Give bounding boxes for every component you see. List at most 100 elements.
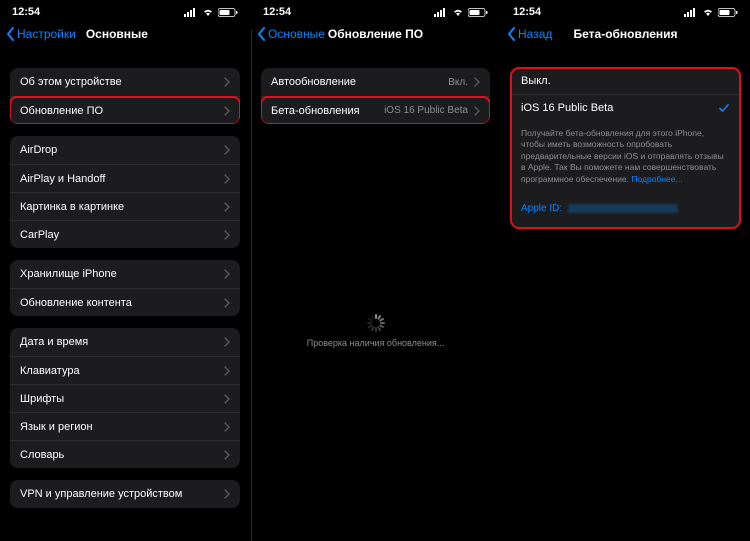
appleid-label: Apple ID:	[521, 203, 562, 214]
chevron-left-icon	[257, 27, 266, 41]
status-indicators	[684, 8, 738, 17]
back-button[interactable]: Настройки	[6, 27, 76, 41]
checking-label: Проверка наличия обновления...	[261, 338, 490, 348]
row-iphone-storage[interactable]: Хранилище iPhone	[10, 260, 240, 288]
row-airplay-handoff[interactable]: AirPlay и Handoff	[10, 164, 240, 192]
phone-screen-general: 12:54 Настройки Основные Об этом устройс…	[0, 0, 250, 541]
nav-bar: Настройки Основные	[0, 20, 250, 48]
beta-options-box: Выкл. iOS 16 Public Beta Получайте бета-…	[511, 68, 740, 228]
status-bar: 12:54	[251, 0, 500, 20]
row-keyboard[interactable]: Клавиатура	[10, 356, 240, 384]
row-airdrop[interactable]: AirDrop	[10, 136, 240, 164]
checkmark-icon	[718, 102, 730, 114]
nav-bar: Назад Бета-обновления	[501, 20, 750, 48]
status-bar: 12:54	[0, 0, 250, 20]
row-pip[interactable]: Картинка в картинке	[10, 192, 240, 220]
chevron-right-icon	[224, 489, 230, 499]
spinner-icon	[367, 314, 385, 332]
row-beta-updates[interactable]: Бета-обновления iOS 16 Public Beta	[261, 96, 490, 124]
row-label: VPN и управление устройством	[20, 488, 218, 500]
status-time: 12:54	[513, 6, 553, 18]
row-date-time[interactable]: Дата и время	[10, 328, 240, 356]
chevron-right-icon	[224, 450, 230, 460]
row-label: Хранилище iPhone	[20, 268, 218, 280]
settings-group: Хранилище iPhone Обновление контента	[10, 260, 240, 316]
row-label: Дата и время	[20, 336, 218, 348]
signal-icon	[684, 8, 698, 17]
wifi-icon	[202, 8, 214, 17]
nav-title: Обновление ПО	[328, 27, 423, 41]
back-label: Основные	[268, 27, 325, 41]
learn-more-link[interactable]: Подробнее...	[631, 174, 682, 184]
wifi-icon	[702, 8, 714, 17]
row-label: Картинка в картинке	[20, 201, 218, 213]
content: Автообновление Вкл. Бета-обновления iOS …	[251, 48, 500, 354]
battery-icon	[218, 8, 238, 17]
row-language-region[interactable]: Язык и регион	[10, 412, 240, 440]
row-label: Автообновление	[271, 76, 448, 88]
row-value: Вкл.	[448, 77, 468, 88]
chevron-right-icon	[224, 106, 230, 116]
back-button[interactable]: Назад	[507, 27, 552, 41]
row-background-refresh[interactable]: Обновление контента	[10, 288, 240, 316]
row-label: Бета-обновления	[271, 105, 384, 117]
row-about-device[interactable]: Об этом устройстве	[10, 68, 240, 96]
chevron-left-icon	[507, 27, 516, 41]
chevron-right-icon	[224, 394, 230, 404]
chevron-right-icon	[224, 337, 230, 347]
settings-group: Дата и время Клавиатура Шрифты Язык и ре…	[10, 328, 240, 468]
nav-title: Основные	[86, 27, 148, 41]
settings-group: VPN и управление устройством	[10, 480, 240, 508]
row-carplay[interactable]: CarPlay	[10, 220, 240, 248]
nav-bar: Основные Обновление ПО	[251, 20, 500, 48]
back-label: Назад	[518, 27, 552, 41]
row-label: Язык и регион	[20, 421, 218, 433]
row-label: AirDrop	[20, 144, 218, 156]
footer-body: Получайте бета-обновления для этого iPho…	[521, 128, 724, 184]
back-button[interactable]: Основные	[257, 27, 325, 41]
settings-group: Автообновление Вкл. Бета-обновления iOS …	[261, 68, 490, 124]
row-fonts[interactable]: Шрифты	[10, 384, 240, 412]
row-label: Об этом устройстве	[20, 76, 218, 88]
settings-group: Об этом устройстве Обновление ПО	[10, 68, 240, 124]
row-label: Обновление ПО	[20, 105, 218, 117]
content: Выкл. iOS 16 Public Beta Получайте бета-…	[501, 48, 750, 234]
content: Об этом устройстве Обновление ПО AirDrop…	[0, 48, 250, 514]
chevron-right-icon	[224, 298, 230, 308]
chevron-right-icon	[224, 366, 230, 376]
chevron-right-icon	[224, 202, 230, 212]
status-time: 12:54	[263, 6, 303, 18]
chevron-right-icon	[224, 269, 230, 279]
footer-text: Получайте бета-обновления для этого iPho…	[511, 120, 740, 185]
appleid-row[interactable]: Apple ID:	[511, 195, 740, 222]
chevron-right-icon	[474, 77, 480, 87]
chevron-right-icon	[224, 174, 230, 184]
chevron-right-icon	[224, 422, 230, 432]
row-label: Обновление контента	[20, 297, 218, 309]
row-label: AirPlay и Handoff	[20, 173, 218, 185]
row-dictionary[interactable]: Словарь	[10, 440, 240, 468]
row-auto-update[interactable]: Автообновление Вкл.	[261, 68, 490, 96]
back-label: Настройки	[17, 27, 76, 41]
option-ios16-public-beta[interactable]: iOS 16 Public Beta	[511, 94, 740, 120]
status-indicators	[184, 8, 238, 17]
wifi-icon	[452, 8, 464, 17]
chevron-right-icon	[224, 230, 230, 240]
nav-title: Бета-обновления	[574, 27, 678, 41]
chevron-right-icon	[224, 145, 230, 155]
row-value: iOS 16 Public Beta	[384, 105, 468, 116]
phone-screen-beta-updates: 12:54 Назад Бета-обновления Выкл. iOS 16…	[500, 0, 750, 541]
row-vpn-device-mgmt[interactable]: VPN и управление устройством	[10, 480, 240, 508]
status-indicators	[434, 8, 488, 17]
row-software-update[interactable]: Обновление ПО	[10, 96, 240, 124]
divider	[251, 30, 252, 541]
chevron-right-icon	[224, 77, 230, 87]
phone-screen-software-update: 12:54 Основные Обновление ПО Автообновле…	[250, 0, 500, 541]
row-label: Шрифты	[20, 393, 218, 405]
appleid-redacted	[568, 204, 678, 213]
option-off[interactable]: Выкл.	[511, 68, 740, 94]
battery-icon	[468, 8, 488, 17]
option-label: Выкл.	[521, 75, 551, 87]
row-label: CarPlay	[20, 229, 218, 241]
chevron-right-icon	[474, 106, 480, 116]
